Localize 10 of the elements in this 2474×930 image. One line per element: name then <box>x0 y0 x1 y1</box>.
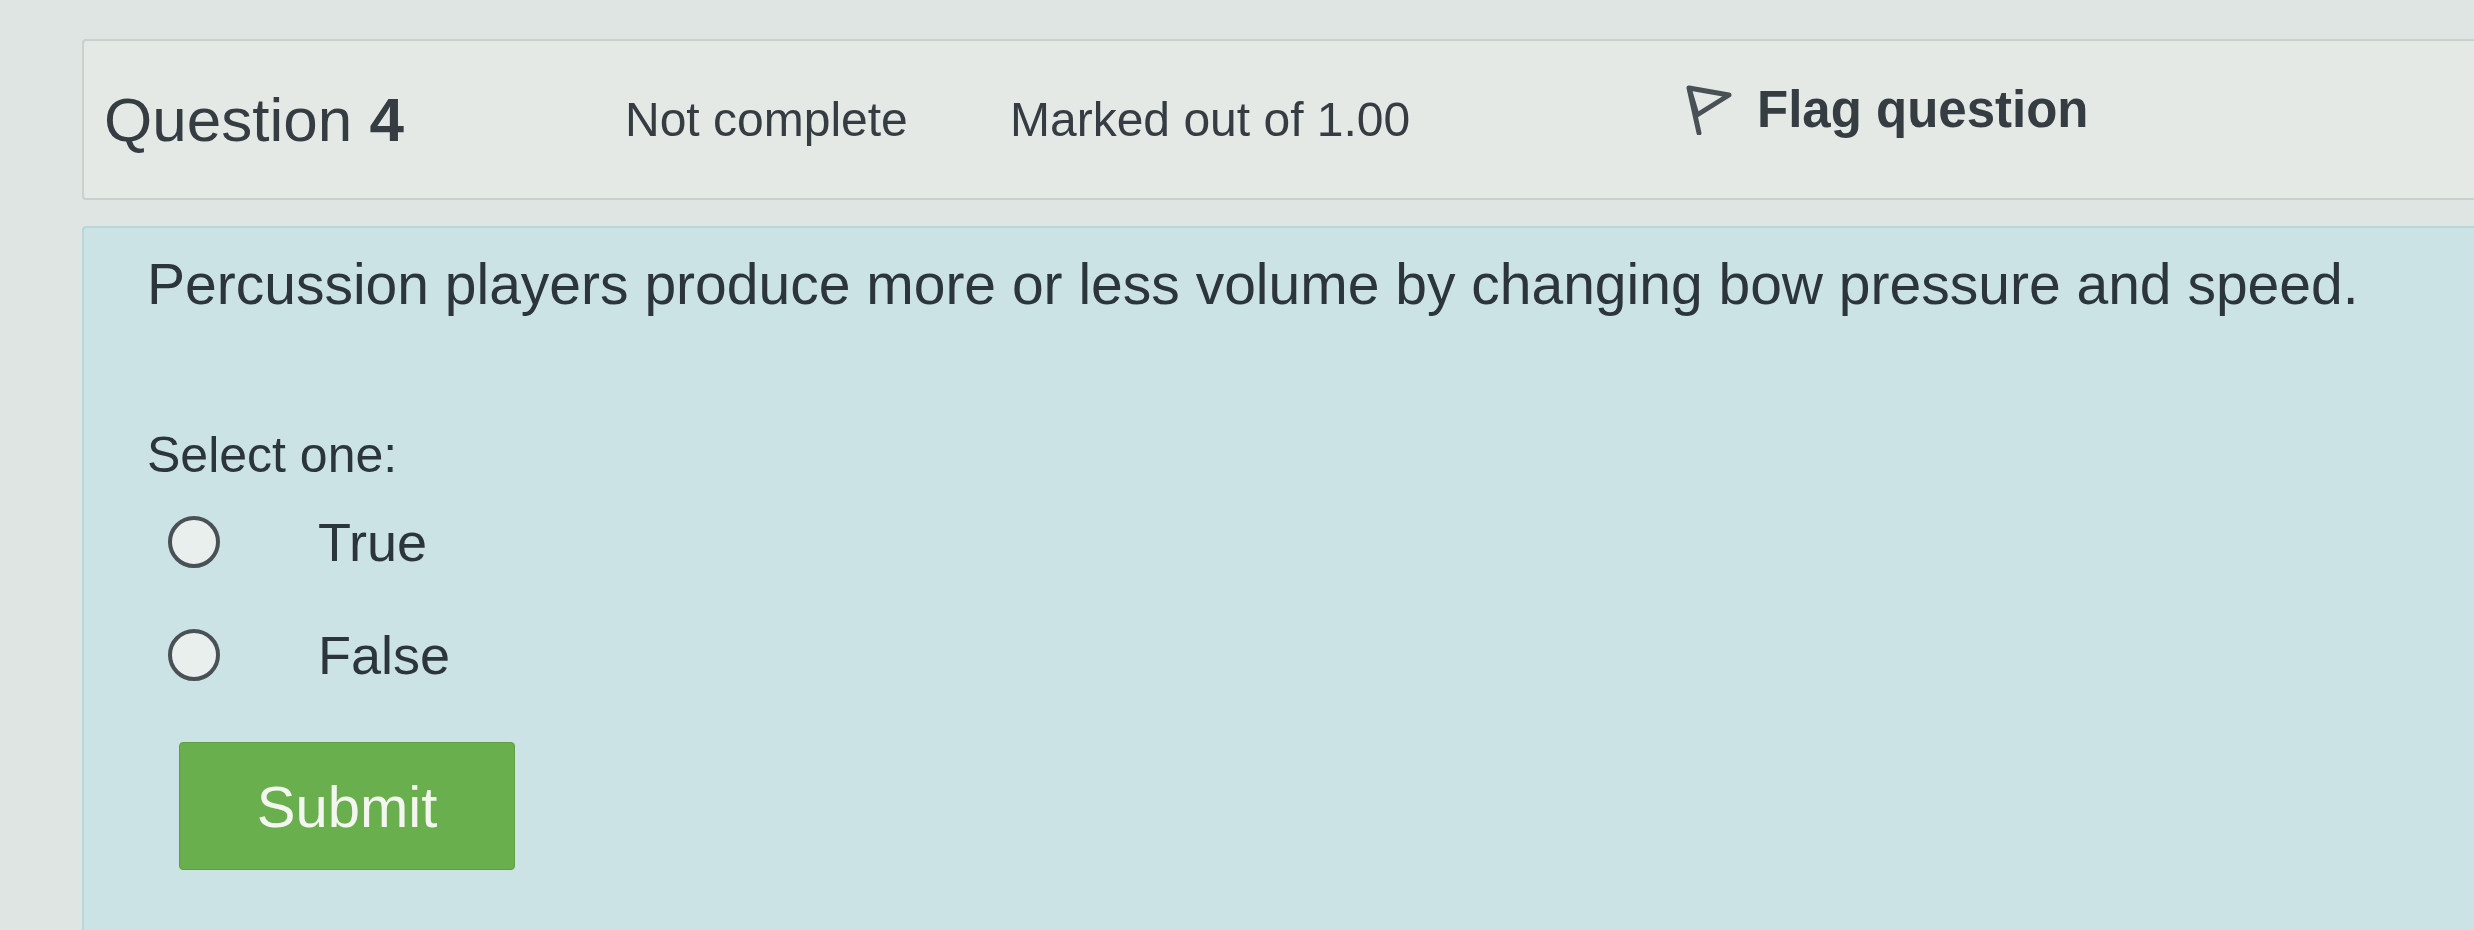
select-instruction: Select one: <box>147 426 399 485</box>
completion-status: Not complete <box>625 92 908 147</box>
question-text: Percussion players produce more or less volume by changing bow pressure and speed. <box>147 251 2360 318</box>
radio-button[interactable] <box>168 516 220 568</box>
question-title: Question 4 <box>104 84 404 155</box>
option-label[interactable]: True <box>318 512 428 572</box>
flag-question-link[interactable]: Flag question <box>1685 80 2089 139</box>
option-label[interactable]: False <box>318 625 451 685</box>
marks-info: Marked out of 1.00 <box>1010 92 1411 147</box>
radio-button[interactable] <box>168 629 220 681</box>
